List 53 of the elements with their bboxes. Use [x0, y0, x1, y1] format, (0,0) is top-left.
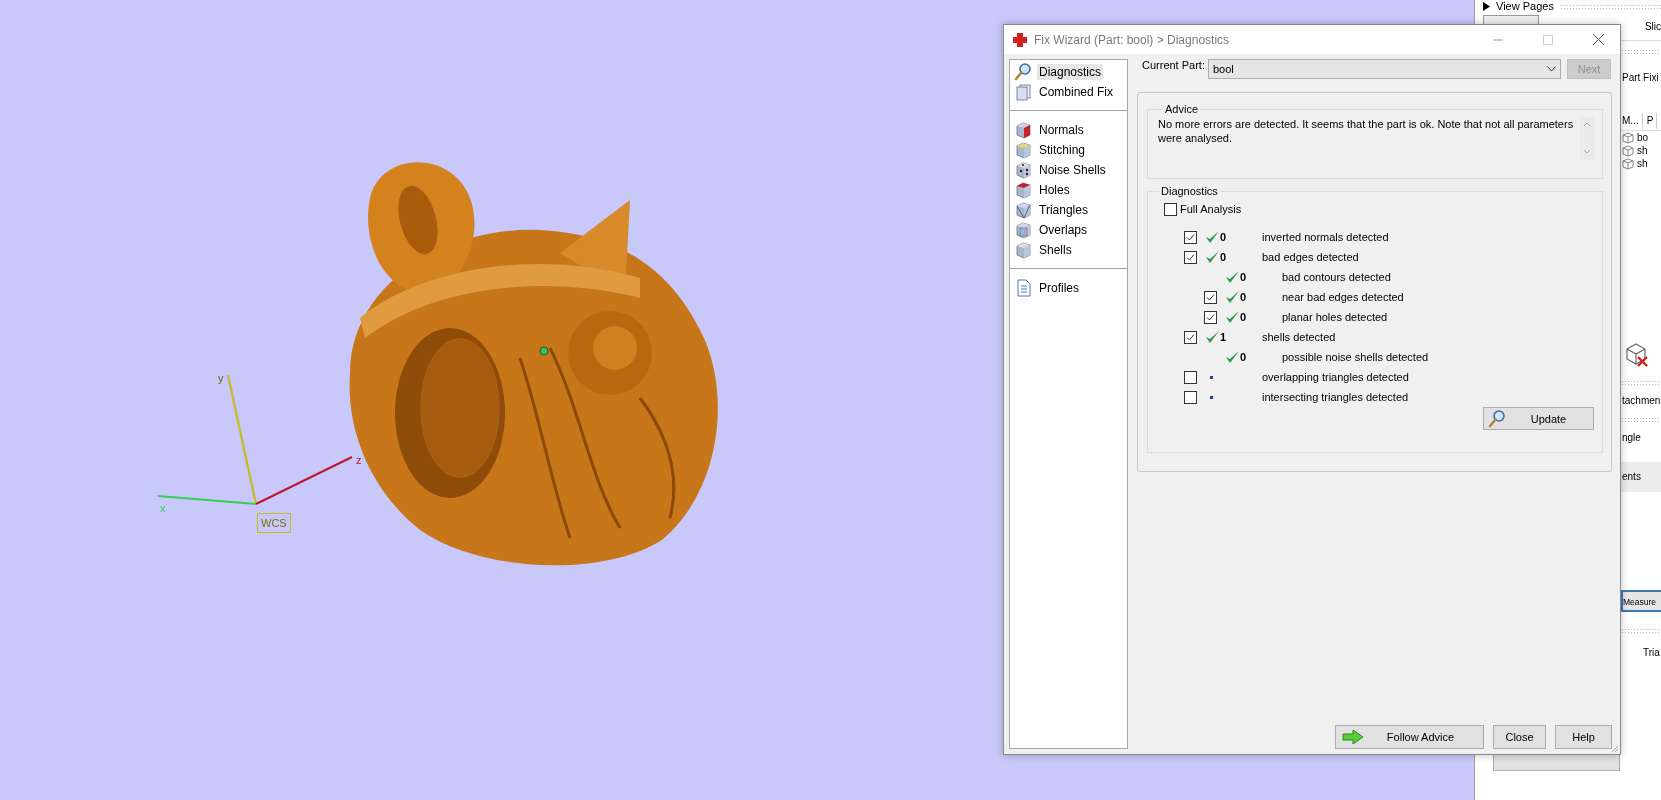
- axis-label: y: [218, 372, 224, 384]
- count: 0: [1240, 271, 1247, 283]
- panel-tab[interactable]: Slic: [1644, 20, 1661, 32]
- wizard-step[interactable]: Overlaps: [1037, 222, 1090, 238]
- wizard-step[interactable]: Normals: [1037, 122, 1086, 138]
- wizard-step[interactable]: Profiles: [1037, 280, 1081, 296]
- wizard-step[interactable]: Stitching: [1037, 142, 1088, 158]
- diagnostic-label: near bad edges detected: [1282, 291, 1404, 303]
- axis-label: x: [160, 502, 166, 514]
- part-dropdown[interactable]: bool: [1208, 59, 1561, 79]
- diagnostic-label: possible noise shells detected: [1282, 351, 1429, 363]
- group-title: Diagnostics: [1160, 185, 1219, 197]
- wcs-label: WCS: [257, 513, 291, 533]
- wizard-step[interactable]: Noise Shells: [1037, 162, 1108, 178]
- diagnostic-label: overlapping triangles detected: [1262, 371, 1409, 383]
- panel-label: ngle: [1622, 432, 1641, 443]
- update-button[interactable]: Update: [1483, 407, 1594, 430]
- advice-text: No more errors are detected. It seems that the part is ok. Note that not all parameters were analysed.: [1158, 117, 1575, 145]
- wizard-step[interactable]: Combined Fix: [1037, 84, 1116, 100]
- panel-label: tachmen: [1622, 395, 1661, 406]
- count: 0: [1240, 291, 1247, 303]
- wizard-step[interactable]: Diagnostics: [1037, 64, 1104, 80]
- field-label: Current Part:: [1141, 59, 1206, 71]
- part-name[interactable]: bo: [1637, 131, 1649, 144]
- diagnostic-label: bad edges detected: [1262, 251, 1359, 263]
- column-header[interactable]: P: [1646, 113, 1658, 129]
- dialog-button[interactable]: Help: [1555, 725, 1612, 749]
- panel-heading: Part Fixi: [1622, 72, 1659, 83]
- axis-label: z: [356, 454, 362, 466]
- count: 0: [1240, 351, 1247, 363]
- dialog-button[interactable]: Close: [1493, 725, 1546, 749]
- wizard-step[interactable]: Holes: [1037, 182, 1072, 198]
- diagnostic-label: intersecting triangles detected: [1262, 391, 1409, 403]
- diagnostic-label: planar holes detected: [1282, 311, 1388, 323]
- wizard-step[interactable]: Triangles: [1037, 202, 1090, 218]
- group-title: Advice: [1164, 103, 1200, 115]
- window-title: Fix Wizard (Part: bool) > Diagnostics: [1034, 32, 1231, 47]
- count: 0: [1220, 251, 1227, 263]
- follow-advice-button[interactable]: Follow Advice: [1335, 725, 1484, 749]
- column-header[interactable]: M...: [1622, 113, 1643, 129]
- field-label: Tria: [1643, 647, 1660, 658]
- diagnostic-label: inverted normals detected: [1262, 231, 1389, 243]
- diagnostic-label: bad contours detected: [1282, 271, 1391, 283]
- checkbox-label[interactable]: Full Analysis: [1180, 203, 1242, 215]
- part-name[interactable]: sh: [1637, 157, 1648, 170]
- section-title[interactable]: View Pages: [1496, 0, 1554, 12]
- count: 0: [1220, 231, 1227, 243]
- count: 1: [1220, 331, 1227, 343]
- diagnostic-label: shells detected: [1262, 331, 1336, 343]
- part-name[interactable]: sh: [1637, 144, 1648, 157]
- measure-tab[interactable]: Measure: [1621, 590, 1661, 612]
- wizard-step[interactable]: Shells: [1037, 242, 1074, 258]
- count: 0: [1240, 311, 1247, 323]
